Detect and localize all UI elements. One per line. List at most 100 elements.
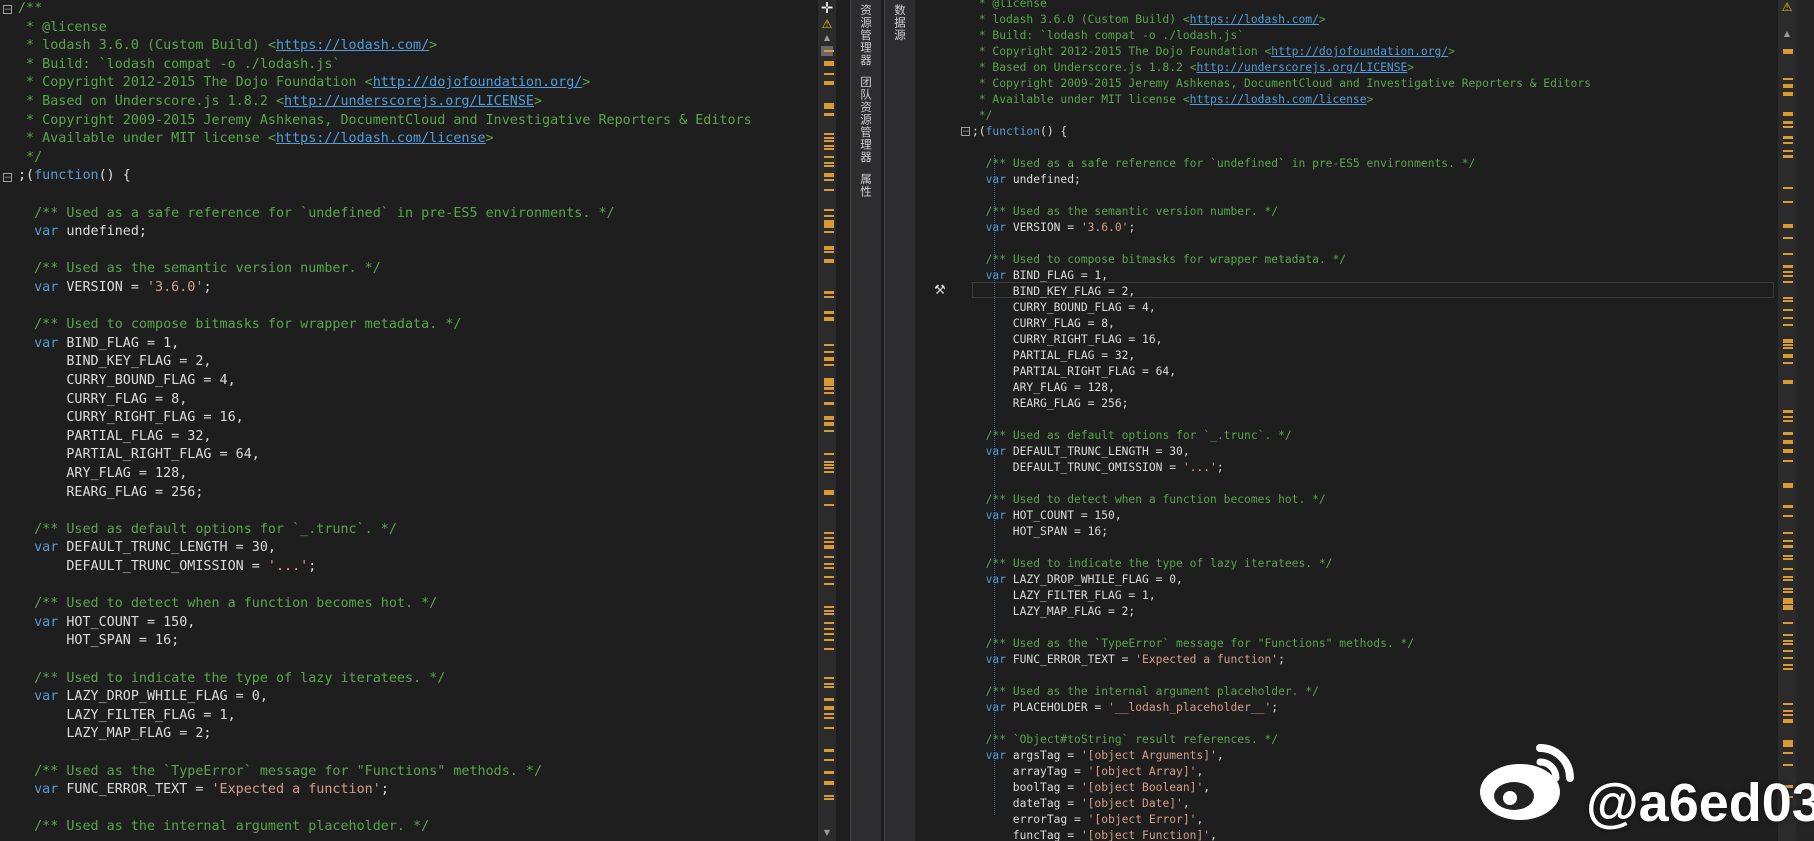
code-line[interactable]: var undefined; [972,172,1081,188]
code-line[interactable]: /** Used as the semantic version number.… [972,204,1278,220]
code-line[interactable]: * lodash 3.6.0 (Custom Build) <https://l… [972,12,1326,28]
code-link[interactable]: http://underscorejs.org/LICENSE [284,94,534,109]
scroll-down-icon[interactable]: ▼ [818,827,836,839]
code-line[interactable]: * Build: `lodash compat -o ./lodash.js` [18,56,340,75]
code-line[interactable]: REARG_FLAG = 256; [972,396,1129,412]
tab-team-explorer[interactable]: 团队资源管理器 [858,76,874,164]
code-link[interactable]: http://dojofoundation.org/ [373,75,583,90]
tab-data-sources[interactable]: 数据源 [892,4,908,42]
code-line[interactable]: ARY_FLAG = 128, [972,380,1115,396]
code-link[interactable]: https://lodash.com/ [276,38,429,53]
code-line[interactable]: ARY_FLAG = 128, [18,465,187,484]
code-line[interactable]: LAZY_MAP_FLAG = 2; [18,725,211,744]
code-line[interactable]: LAZY_FILTER_FLAG = 1, [972,588,1156,604]
code-line[interactable]: BIND_KEY_FLAG = 2, [18,353,211,372]
code-line[interactable]: errorTag = '[object Error]', [972,812,1203,828]
code-line[interactable]: CURRY_RIGHT_FLAG = 16, [972,332,1163,348]
fold-toggle-icon[interactable]: − [3,173,12,183]
code-line[interactable]: /** Used as the semantic version number.… [18,260,381,279]
code-line[interactable]: DEFAULT_TRUNC_OMISSION = '...'; [18,558,316,577]
code-line[interactable]: */ [972,108,993,124]
code-line[interactable]: HOT_SPAN = 16; [972,524,1108,540]
code-line[interactable]: * Copyright 2009-2015 Jeremy Ashkenas, D… [972,76,1591,92]
code-line[interactable]: * @license [972,0,1047,12]
code-line[interactable]: * Available under MIT license <https://l… [18,130,494,149]
code-line[interactable]: /** Used as a safe reference for `undefi… [972,156,1476,172]
code-line[interactable]: var HOT_COUNT = 150, [972,508,1122,524]
code-line[interactable]: PARTIAL_FLAG = 32, [18,428,211,447]
warning-icon[interactable]: ⚠ [1778,0,1796,14]
warning-icon[interactable]: ⚠ [818,16,836,32]
code-line[interactable]: * Based on Underscore.js 1.8.2 <http://u… [18,93,542,112]
code-line[interactable]: * Build: `lodash compat -o ./lodash.js` [972,28,1244,44]
code-line[interactable]: /** Used as default options for `_.trunc… [972,428,1292,444]
code-line[interactable]: CURRY_FLAG = 8, [972,316,1115,332]
scroll-up-icon[interactable]: ▲ [1778,28,1796,40]
code-line[interactable]: CURRY_BOUND_FLAG = 4, [18,372,235,391]
code-line[interactable]: DEFAULT_TRUNC_OMISSION = '...'; [972,460,1224,476]
code-line[interactable]: var FUNC_ERROR_TEXT = 'Expected a functi… [18,781,389,800]
code-line[interactable]: /** Used as a safe reference for `undefi… [18,205,614,224]
code-line[interactable]: CURRY_FLAG = 8, [18,391,187,410]
code-line[interactable]: /** Used as the `TypeError` message for … [972,636,1414,652]
code-line[interactable]: var BIND_FLAG = 1, [18,335,179,354]
code-line[interactable]: var PLACEHOLDER = '__lodash_placeholder_… [972,700,1278,716]
code-line[interactable]: REARG_FLAG = 256; [18,484,203,503]
code-link[interactable]: https://lodash.com/ [1190,13,1319,26]
code-line[interactable]: var LAZY_DROP_WHILE_FLAG = 0, [972,572,1183,588]
code-line[interactable]: CURRY_BOUND_FLAG = 4, [972,300,1156,316]
code-line[interactable]: * Copyright 2012-2015 The Dojo Foundatio… [972,44,1455,60]
code-link[interactable]: https://lodash.com/license [276,131,486,146]
code-line[interactable]: /** Used as the `TypeError` message for … [18,763,542,782]
scroll-up-icon[interactable]: ▲ [818,32,836,44]
code-link[interactable]: http://dojofoundation.org/ [1271,45,1448,58]
code-line[interactable]: ;(function() { [972,124,1067,140]
code-line[interactable]: var FUNC_ERROR_TEXT = 'Expected a functi… [972,652,1285,668]
code-line[interactable]: PARTIAL_RIGHT_FLAG = 64, [972,364,1176,380]
code-line[interactable]: var HOT_COUNT = 150, [18,614,195,633]
code-line[interactable]: var undefined; [18,223,147,242]
code-line[interactable]: var VERSION = '3.6.0'; [18,279,211,298]
code-line[interactable]: var DEFAULT_TRUNC_LENGTH = 30, [972,444,1190,460]
tab-solution-explorer[interactable]: 资源管理器 [858,4,874,67]
fold-toggle-icon[interactable]: − [961,127,970,137]
code-link[interactable]: http://underscorejs.org/LICENSE [1196,61,1407,74]
code-link[interactable]: https://lodash.com/license [1190,93,1367,106]
code-line[interactable]: /** [18,0,42,19]
code-line[interactable]: * lodash 3.6.0 (Custom Build) <https://l… [18,37,437,56]
code-line[interactable]: HOT_SPAN = 16; [18,632,179,651]
code-line[interactable]: * Copyright 2009-2015 Jeremy Ashkenas, D… [18,112,752,131]
split-window-icon[interactable]: ✛ [818,0,836,16]
code-line[interactable]: /** Used as the internal argument placeh… [972,684,1319,700]
code-line[interactable]: /** Used to indicate the type of lazy it… [972,556,1333,572]
code-line[interactable]: PARTIAL_FLAG = 32, [972,348,1135,364]
code-line[interactable]: /** Used to compose bitmasks for wrapper… [972,252,1346,268]
code-line[interactable]: * Available under MIT license <https://l… [972,92,1374,108]
code-line[interactable]: LAZY_MAP_FLAG = 2; [972,604,1135,620]
code-line[interactable]: /** Used as the internal argument placeh… [18,818,429,837]
tab-properties[interactable]: 属性 [858,173,874,198]
code-line[interactable]: BIND_KEY_FLAG = 2, [972,284,1135,300]
code-line[interactable]: var argsTag = '[object Arguments]', [972,748,1224,764]
code-line[interactable]: /** Used to indicate the type of lazy it… [18,670,445,689]
code-line[interactable]: dateTag = '[object Date]', [972,796,1190,812]
code-line[interactable]: * @license [18,19,107,38]
code-line[interactable]: var VERSION = '3.6.0'; [972,220,1136,236]
code-line[interactable]: PARTIAL_RIGHT_FLAG = 64, [18,446,260,465]
code-line[interactable]: CURRY_RIGHT_FLAG = 16, [18,409,243,428]
code-line[interactable]: * Copyright 2012-2015 The Dojo Foundatio… [18,74,590,93]
code-line[interactable]: * Based on Underscore.js 1.8.2 <http://u… [972,60,1414,76]
code-line[interactable]: */ [18,149,42,168]
right-editor-pane[interactable]: ⚒ − * @license * lodash 3.6.0 (Custom Bu… [934,0,1778,841]
code-line[interactable]: var BIND_FLAG = 1, [972,268,1108,284]
code-line[interactable]: /** Used to detect when a function becom… [18,595,437,614]
code-line[interactable]: var DEFAULT_TRUNC_LENGTH = 30, [18,539,276,558]
code-line[interactable]: arrayTag = '[object Array]', [972,764,1203,780]
code-line[interactable]: boolTag = '[object Boolean]', [972,780,1210,796]
code-line[interactable]: /** Used as default options for `_.trunc… [18,521,397,540]
fold-toggle-icon[interactable]: − [3,5,12,15]
code-line[interactable]: /** `Object#toString` result references.… [972,732,1278,748]
left-editor-vertical-scrollbar[interactable]: ✛ ⚠ ▲ ▼ [818,0,836,841]
left-editor-pane[interactable]: − − /** * @license * lodash 3.6.0 (Custo… [0,0,818,841]
code-line[interactable]: /** Used to compose bitmasks for wrapper… [18,316,461,335]
